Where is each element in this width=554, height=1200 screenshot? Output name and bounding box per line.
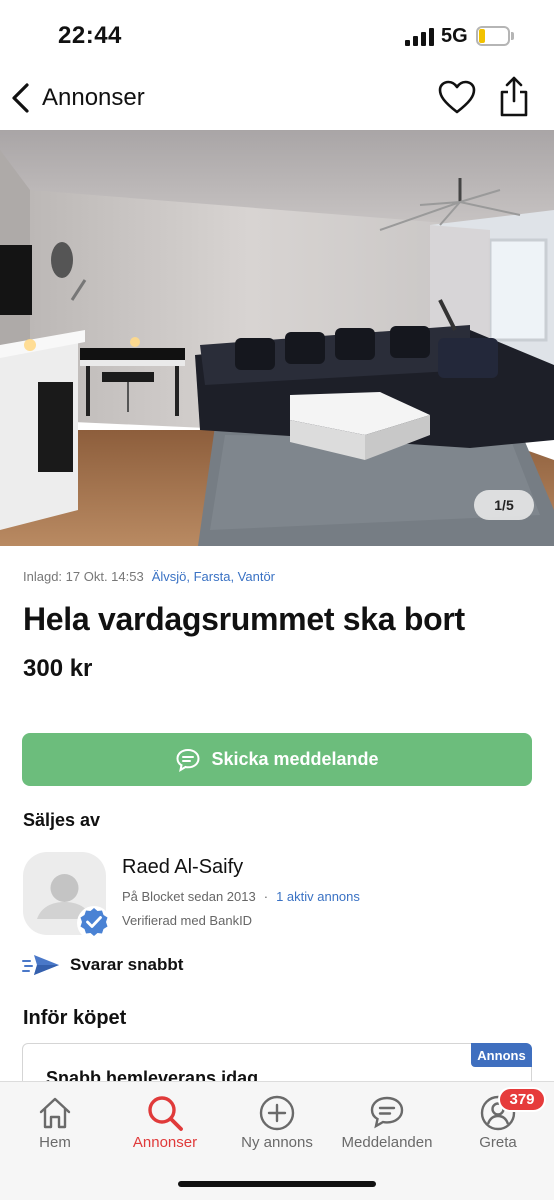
tab-home[interactable]: Hem	[0, 1090, 110, 1156]
nav-bar: Annonser	[0, 70, 554, 130]
seller-since: På Blocket sedan 2013	[122, 889, 256, 904]
listing-meta: Inlagd: 17 Okt. 14:53 Älvsjö, Farsta, Va…	[23, 569, 275, 584]
chat-bubble-icon	[370, 1096, 404, 1129]
posted-date: Inlagd: 17 Okt. 14:53	[23, 569, 144, 584]
seller-verified: Verifierad med BankID	[122, 913, 253, 928]
notification-badge: 379	[498, 1087, 546, 1112]
heart-icon[interactable]	[438, 80, 476, 116]
back-button[interactable]: Annonser	[10, 78, 145, 118]
active-ads-link[interactable]: 1 aktiv annons	[276, 889, 360, 904]
fast-reply-label: Svarar snabbt	[70, 955, 184, 974]
seller-since-row: På Blocket sedan 2013 · 1 aktiv annons	[122, 889, 360, 904]
tab-new-ad[interactable]: Ny annons	[222, 1090, 332, 1156]
tab-annonser[interactable]: Annonser	[110, 1090, 220, 1156]
seller-name[interactable]: Raed Al-Saify	[122, 856, 243, 879]
chat-bubble-icon	[176, 748, 200, 772]
plus-circle-icon	[259, 1095, 295, 1131]
send-message-button[interactable]: Skicka meddelande	[22, 733, 532, 786]
seller-heading: Säljes av	[23, 810, 101, 830]
separator-dot: ·	[263, 889, 269, 904]
verified-badge-icon	[77, 906, 111, 940]
tab-label: Annonser	[132, 1134, 198, 1151]
send-message-label: Skicka meddelande	[211, 749, 379, 769]
fast-reply-row: Svarar snabbt	[22, 952, 183, 978]
location-link[interactable]: Älvsjö, Farsta, Vantör	[152, 569, 275, 584]
photo-counter: 1/5	[474, 490, 534, 520]
ad-badge: Annons	[471, 1043, 532, 1067]
before-purchase-heading: Inför köpet	[23, 1007, 127, 1029]
tab-messages[interactable]: Meddelanden	[332, 1090, 442, 1156]
status-bar: 22:44 5G	[0, 0, 554, 70]
tab-label: Ny annons	[241, 1134, 313, 1151]
status-time: 22:44	[58, 22, 122, 49]
search-icon	[148, 1096, 183, 1131]
home-indicator	[178, 1181, 376, 1187]
tab-label: Hem	[39, 1134, 71, 1151]
back-label: Annonser	[42, 84, 145, 111]
listing-photo[interactable]: 1/5	[0, 130, 554, 546]
network-label: 5G	[441, 25, 468, 47]
share-icon[interactable]	[497, 76, 531, 118]
battery-icon	[476, 26, 514, 46]
listing-title: Hela vardagsrummet ska bort	[23, 601, 465, 637]
home-icon	[39, 1097, 71, 1129]
paper-plane-icon	[22, 955, 59, 975]
living-room-photo	[0, 130, 554, 546]
chevron-left-icon	[12, 83, 29, 113]
tab-label: Meddelanden	[341, 1134, 433, 1151]
tab-label: Greta	[479, 1134, 517, 1151]
listing-price: 300 kr	[23, 655, 93, 682]
signal-icon	[405, 28, 435, 46]
